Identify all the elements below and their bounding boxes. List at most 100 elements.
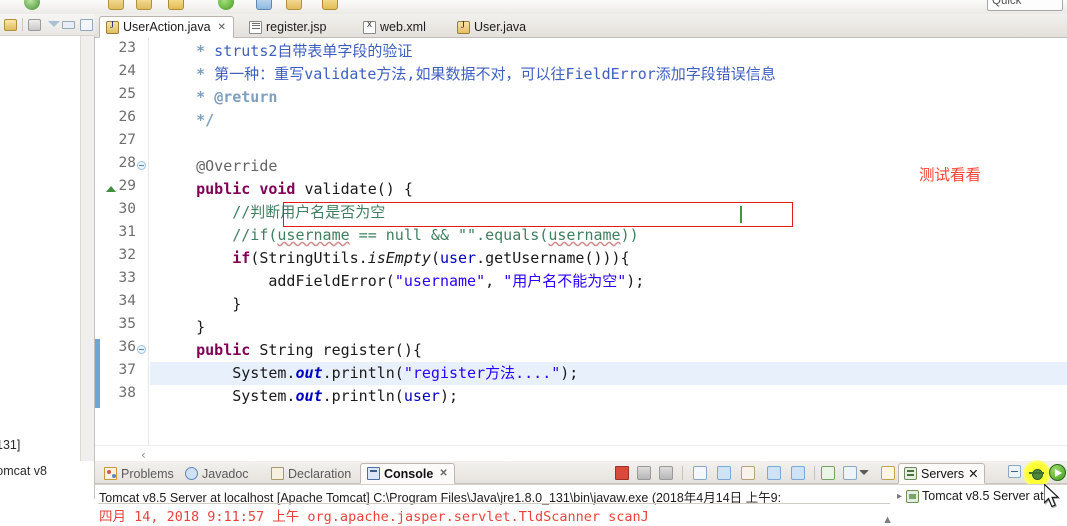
code-line[interactable]: public String register(){ (150, 339, 1067, 362)
editor-tab-register-jsp[interactable]: register.jsp (243, 16, 333, 38)
debug-server-icon[interactable] (1029, 466, 1044, 481)
console-scroll-up-arrow[interactable]: ▲ (882, 514, 893, 526)
editor-horizontal-scrollbar[interactable]: ‹ (95, 445, 1067, 461)
scroll-left-arrow[interactable]: ‹ (141, 448, 146, 461)
console-error-line: 四月 14, 2018 9:11:57 上午 org.apache.jasper… (99, 509, 649, 525)
editor-tab-web-xml[interactable]: web.xml (357, 16, 433, 38)
scroll-lock-icon[interactable] (717, 466, 731, 480)
left-view-scrollbar[interactable] (80, 36, 94, 461)
run-icon[interactable] (218, 0, 234, 10)
code-line[interactable]: } (150, 293, 1067, 316)
toolbar-separator (814, 466, 815, 480)
fold-collapse-icon[interactable] (137, 345, 146, 354)
console-output[interactable]: Tomcat v8.5 Server at localhost [Apache … (95, 484, 895, 526)
minimize-icon[interactable] (1008, 465, 1021, 478)
line-number: 36 (118, 339, 136, 355)
code-line[interactable]: * struts2自带表单字段的验证 (150, 40, 1067, 63)
line-number: 33 (118, 270, 136, 286)
chevron-right-icon[interactable]: ▸ (897, 491, 902, 502)
quick-access-input[interactable]: Quick (987, 0, 1063, 11)
code-line[interactable]: if(StringUtils.isEmpty(user.getUsername(… (150, 247, 1067, 270)
editor-tab-useraction-java[interactable]: UserAction.java ✕ (99, 16, 234, 38)
jsp-file-icon (249, 20, 262, 34)
code-line[interactable]: addFieldError("username", "用户名不能为空"); (150, 270, 1067, 293)
line-number: 34 (118, 293, 136, 309)
clear-console-icon[interactable] (693, 466, 707, 480)
code-line[interactable]: System.out.println("register方法...."); (150, 362, 1067, 385)
collapse-all-icon[interactable] (28, 19, 41, 31)
tab-javadoc[interactable]: Javadoc (179, 463, 255, 484)
new-icon[interactable] (108, 0, 124, 10)
code-token: )) (620, 226, 639, 244)
close-icon[interactable]: ✕ (968, 466, 978, 481)
remove-launch-icon[interactable] (637, 466, 651, 480)
tab-problems[interactable]: Problems (98, 463, 180, 484)
link-with-editor-icon[interactable] (4, 19, 17, 31)
display-selected-console-icon[interactable] (821, 466, 835, 480)
code-line[interactable]: System.out.println(user); (150, 385, 1067, 408)
code-lines[interactable]: * struts2自带表单字段的验证 * 第一种：重写validate方法,如果… (150, 38, 1067, 461)
java-file-icon (106, 20, 119, 34)
line-number: 26 (118, 109, 136, 125)
servers-list[interactable]: ▸ Tomcat v8.5 Server at (895, 484, 1067, 526)
editor-tab-label: web.xml (380, 20, 426, 34)
code-line[interactable]: */ (150, 109, 1067, 132)
terminate-icon[interactable] (615, 466, 629, 480)
close-icon[interactable]: ✕ (439, 468, 447, 479)
text-caret (740, 206, 742, 223)
tab-servers[interactable]: Servers ✕ (898, 463, 985, 484)
override-marker-icon (106, 186, 116, 192)
code-token: "username" (394, 272, 486, 290)
code-line[interactable]: * @return (150, 86, 1067, 109)
pin-console-icon[interactable] (791, 466, 805, 480)
search-icon[interactable] (322, 0, 338, 10)
perspective-icon[interactable] (286, 0, 302, 10)
code-token: "register方法...." (403, 364, 561, 382)
line-number-gutter[interactable]: 23 24 25 26 27 28 29 30 31 32 33 34 35 36 37 38 (100, 38, 149, 461)
editor-tab-user-java[interactable]: User.java (451, 16, 533, 38)
show-console-on-output-icon[interactable] (767, 466, 781, 480)
line-number: 25 (118, 86, 136, 102)
open-console-menu-icon[interactable] (859, 470, 869, 475)
code-line[interactable]: //判断用户名是否为空 (150, 201, 1067, 224)
code-token: struts2自带表单字段的验证 (205, 42, 413, 60)
new-console-view-icon[interactable] (881, 466, 895, 480)
line-number: 28 (118, 155, 136, 171)
code-token: "用户名不能为空" (503, 272, 627, 290)
line-number: 30 (118, 201, 136, 217)
debug-icon[interactable] (168, 0, 184, 10)
minimize-icon[interactable] (62, 21, 75, 29)
maximize-icon[interactable] (80, 19, 93, 31)
open-type-icon[interactable] (256, 0, 272, 10)
save-icon[interactable] (24, 0, 40, 10)
tab-console[interactable]: Console ✕ (360, 463, 455, 484)
word-wrap-icon[interactable] (741, 466, 755, 480)
code-line[interactable]: * 第一种：重写validate方法,如果数据不对，可以往FieldError添… (150, 63, 1067, 86)
remove-all-terminated-icon[interactable] (659, 466, 673, 480)
code-line[interactable]: //if(username == null && "".equals(usern… (150, 224, 1067, 247)
code-token: } (196, 318, 206, 336)
toolbar-separator (682, 466, 683, 480)
code-token: * (196, 65, 206, 83)
code-token: ); (560, 364, 579, 382)
view-menu-icon[interactable] (48, 21, 60, 29)
tab-declaration[interactable]: Declaration (265, 463, 357, 484)
code-line[interactable] (150, 132, 1067, 155)
close-icon[interactable]: ✕ (218, 22, 226, 33)
line-number: 31 (118, 224, 136, 240)
java-file-icon (457, 20, 470, 34)
code-token: void (259, 180, 296, 198)
start-server-icon[interactable] (1049, 464, 1066, 481)
xml-file-icon (363, 19, 376, 34)
open-console-icon[interactable] (843, 466, 857, 480)
code-editor[interactable]: 23 24 25 26 27 28 29 30 31 32 33 34 35 36 37 38 * strut… (95, 38, 1067, 461)
list-item[interactable]: ▸ Tomcat v8.5 Server at (897, 489, 1044, 503)
fold-collapse-icon[interactable] (137, 161, 146, 170)
code-token: ); (439, 387, 459, 405)
code-line[interactable]: } (150, 316, 1067, 339)
code-token: System. (232, 364, 296, 382)
print-icon[interactable] (136, 0, 152, 10)
